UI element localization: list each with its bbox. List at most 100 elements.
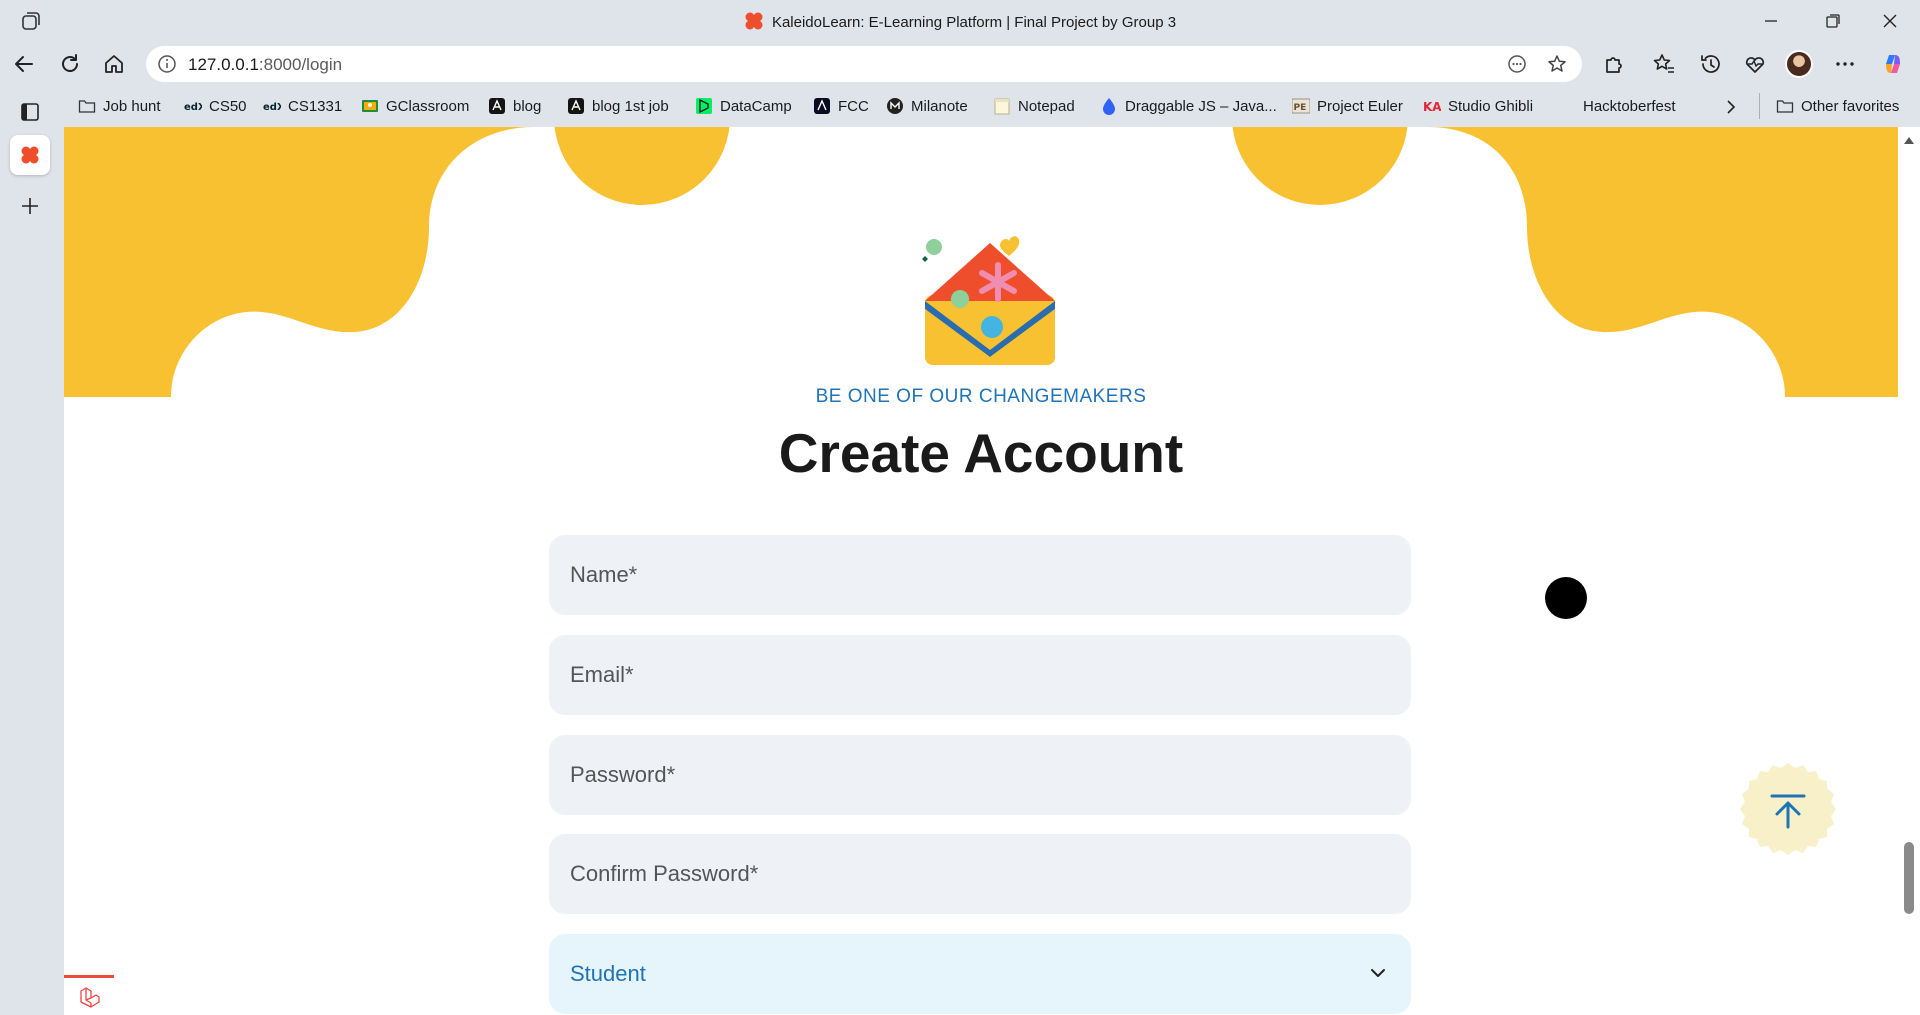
bookmark-label: Project Euler [1317, 97, 1403, 115]
bookmark-studio-ghibli[interactable]: KA Studio Ghibli [1423, 97, 1533, 115]
name-input[interactable] [549, 535, 1411, 615]
bookmark-label: blog [513, 97, 542, 115]
bookmark-label: Milanote [911, 97, 968, 115]
favorite-star-icon[interactable] [1546, 53, 1568, 75]
page-scrollbar[interactable] [1898, 127, 1920, 1015]
page-viewport: BE ONE OF OUR CHANGEMAKERS Create Accoun… [64, 127, 1898, 1015]
bookmark-project-euler[interactable]: PE Project Euler [1292, 97, 1403, 115]
more-bookmarks-chevron-icon[interactable] [1722, 98, 1740, 116]
datacamp-icon [696, 98, 712, 114]
svg-text:PE: PE [1294, 103, 1307, 113]
bookmark-label: Studio Ghibli [1448, 97, 1534, 115]
extensions-icon[interactable] [1601, 51, 1627, 77]
bookmark-draggable-js[interactable]: Draggable JS – Java... [1100, 97, 1277, 115]
bookmark-job-hunt[interactable]: Job hunt [78, 97, 161, 115]
confirm-password-input[interactable] [549, 834, 1411, 914]
site-info-icon[interactable] [156, 53, 178, 75]
bookmark-fcc[interactable]: FCC [813, 97, 869, 115]
bookmark-other-favorites[interactable]: Other favorites [1776, 97, 1899, 115]
laravel-debug-badge[interactable] [64, 975, 114, 1015]
bookmark-gclassroom[interactable]: GClassroom [361, 97, 469, 115]
svg-text:edX: edX [184, 102, 202, 113]
khan-academy-icon: KA [1423, 100, 1441, 114]
title-bar: KaleidoLearn: E-Learning Platform | Fina… [0, 0, 1920, 41]
bookmark-notepad[interactable]: Notepad [993, 97, 1075, 115]
email-input[interactable] [549, 635, 1411, 715]
chevron-down-icon [1371, 969, 1385, 977]
other-favorites-label: Other favorites [1801, 97, 1900, 115]
notepad-icon [994, 98, 1010, 115]
url-host: 127.0.0.1 [188, 55, 259, 74]
address-bar[interactable]: 127.0.0.1:8000/login [146, 46, 1582, 82]
page-title: Create Account [778, 422, 1184, 484]
folder-icon [78, 100, 96, 113]
bookmark-label: FCC [838, 97, 869, 115]
minimize-icon[interactable] [1758, 8, 1784, 34]
home-icon[interactable] [101, 51, 127, 77]
svg-text:KA: KA [1423, 100, 1441, 114]
project-euler-icon: PE [1292, 98, 1310, 114]
bookmarks-divider [1759, 93, 1760, 119]
bookmark-label: Hacktoberfest [1583, 97, 1676, 115]
back-icon[interactable] [11, 51, 37, 77]
bookmark-label: DataCamp [720, 97, 792, 115]
window-title: KaleidoLearn: E-Learning Platform | Fina… [0, 11, 1920, 31]
bookmark-datacamp[interactable]: DataCamp [695, 97, 792, 115]
bookmark-label: blog 1st job [592, 97, 669, 115]
bookmark-label: Notepad [1018, 97, 1075, 115]
scrollbar-thumb[interactable] [1904, 842, 1914, 914]
edx-icon: edX [184, 102, 202, 113]
tab-panel-icon[interactable] [17, 99, 43, 125]
bookmark-label: Job hunt [103, 97, 161, 115]
favorites-icon[interactable] [1651, 51, 1677, 77]
password-input[interactable] [549, 735, 1411, 815]
profile-avatar[interactable] [1785, 50, 1813, 78]
bookmark-cs50[interactable]: edX CS50 [184, 97, 247, 115]
bookmark-hacktoberfest[interactable]: Hacktoberfest [1558, 97, 1676, 115]
reading-view-icon[interactable] [1506, 53, 1528, 75]
bookmark-label: CS1331 [288, 97, 343, 115]
envelope-illustration-icon [922, 236, 1055, 365]
url-path: :8000/login [258, 55, 343, 74]
new-tab-icon[interactable] [17, 193, 43, 219]
browser-essentials-icon[interactable] [1742, 51, 1768, 77]
url-text[interactable]: 127.0.0.1:8000/login [188, 55, 342, 75]
refresh-icon[interactable] [57, 51, 83, 77]
bookmark-label: CS50 [209, 97, 247, 115]
close-window-icon[interactable] [1877, 8, 1903, 34]
blog-icon [568, 98, 584, 114]
kaleidolearn-tab-icon [21, 146, 39, 164]
eyebrow-tagline: BE ONE OF OUR CHANGEMAKERS [815, 386, 1147, 407]
bookmark-cs1331[interactable]: edX CS1331 [263, 97, 342, 115]
edx-icon: edX [263, 102, 281, 113]
vertical-tab-strip [0, 87, 62, 1015]
laravel-icon [80, 987, 100, 1008]
role-select-value: Student [570, 961, 646, 986]
more-options-icon[interactable] [1832, 51, 1858, 77]
window-title-text: KaleidoLearn: E-Learning Platform | Fina… [771, 14, 1177, 31]
bookmark-milanote[interactable]: Milanote [886, 97, 968, 115]
milanote-icon [887, 98, 903, 114]
bookmark-blog[interactable]: blog [488, 97, 541, 115]
navigation-bar: 127.0.0.1:8000/login [0, 41, 1920, 87]
kaleidolearn-favicon-icon [745, 12, 763, 30]
bookmark-label: GClassroom [386, 97, 470, 115]
restore-icon[interactable] [1820, 8, 1846, 34]
bookmark-label: Draggable JS – Java... [1125, 97, 1277, 115]
svg-text:edX: edX [263, 102, 281, 113]
folder-icon [1776, 100, 1794, 113]
role-select[interactable]: Student [549, 934, 1411, 1014]
hacktoberfest-icon [1558, 97, 1576, 115]
scroll-up-arrow-icon[interactable] [1903, 135, 1915, 145]
draggable-icon [1103, 98, 1115, 115]
bookmarks-bar: Job hunt edX CS50 edX CS1331 GClassroom … [62, 87, 1920, 127]
cursor-indicator [1545, 577, 1587, 619]
scroll-to-top-button[interactable] [1738, 761, 1838, 861]
blog-icon [489, 98, 505, 114]
history-icon[interactable] [1698, 51, 1724, 77]
copilot-icon[interactable] [1880, 51, 1906, 77]
bookmark-blog-1st-job[interactable]: blog 1st job [567, 97, 669, 115]
google-classroom-icon [362, 100, 378, 112]
freecodecamp-icon [814, 98, 830, 114]
active-tab-kaleidolearn[interactable] [10, 135, 50, 175]
